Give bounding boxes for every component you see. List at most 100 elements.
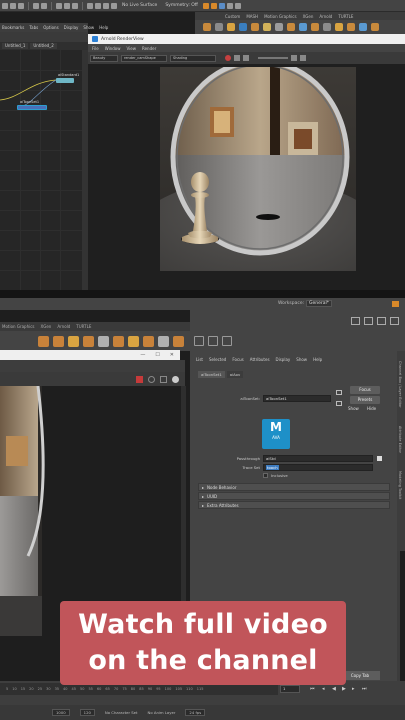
shelf-volume-icon[interactable] <box>143 335 154 347</box>
step-forward-icon[interactable]: ▸ <box>352 686 355 692</box>
shelf-group-icon[interactable] <box>287 23 295 31</box>
node-editor-graph[interactable]: aiStandard1 aiToonSet1 <box>0 50 82 290</box>
focus-button[interactable]: Focus <box>350 386 380 394</box>
current-frame-field[interactable]: 1 <box>280 685 300 693</box>
render-frame-icon[interactable] <box>202 2 209 9</box>
menu-options[interactable]: Options <box>43 25 58 30</box>
shelf-tab[interactable]: TURTLE <box>76 324 91 329</box>
layout-single-icon[interactable] <box>351 316 360 325</box>
shelf-tab[interactable]: Custom <box>225 14 240 19</box>
minimize-icon[interactable]: — <box>140 352 145 358</box>
snapshot-icon[interactable] <box>234 55 240 61</box>
lasso-tool-icon[interactable] <box>64 2 70 9</box>
workspace-lock-icon[interactable] <box>392 301 399 307</box>
save-scene-icon[interactable] <box>18 2 24 9</box>
shelf-tab[interactable]: XGen <box>303 14 314 19</box>
snap-point-icon[interactable] <box>103 2 109 9</box>
range-start-field[interactable]: 1000 <box>52 709 70 716</box>
ae-menu-selected[interactable]: Selected <box>209 357 226 362</box>
ae-menu-show[interactable]: Show <box>296 357 307 362</box>
navigate-icon[interactable] <box>336 401 342 406</box>
render-stop-icon[interactable] <box>225 55 231 61</box>
trace-set-field[interactable]: tooch <box>263 464 373 471</box>
shelf-area-light-icon[interactable] <box>335 23 343 31</box>
hypershade-icon[interactable] <box>226 2 233 9</box>
redo-icon[interactable] <box>41 2 47 9</box>
play-back-icon[interactable]: ◀ <box>332 686 336 692</box>
ae-menu-list[interactable]: List <box>196 357 203 362</box>
symmetry-label[interactable]: Symmetry: Off <box>165 3 198 8</box>
ae-menu-attributes[interactable]: Attributes <box>250 357 270 362</box>
shelf-arnold-icon[interactable] <box>239 23 247 31</box>
copy-tab-button[interactable]: Copy Tab <box>340 671 380 680</box>
select-tool-icon[interactable] <box>56 2 62 9</box>
shelf-group-icon[interactable] <box>83 335 94 347</box>
go-to-start-icon[interactable]: ⏮ <box>310 686 315 692</box>
shelf-light-icon[interactable] <box>227 23 235 31</box>
shelf-tab[interactable]: Arnold <box>57 324 70 329</box>
menu-bookmarks[interactable]: Bookmarks <box>2 25 24 30</box>
menu-help[interactable]: Help <box>99 25 108 30</box>
shelf-light-icon[interactable] <box>68 335 79 347</box>
exposure-slider[interactable] <box>258 57 288 59</box>
settings-gear-icon[interactable] <box>172 375 179 383</box>
new-scene-icon[interactable] <box>2 2 8 9</box>
ae-menu-display[interactable]: Display <box>276 357 291 362</box>
live-surface-label[interactable]: No Live Surface <box>122 3 157 8</box>
tool-settings-icon[interactable] <box>208 336 218 346</box>
layout-side-icon[interactable] <box>377 316 386 325</box>
shelf-curve-icon[interactable] <box>128 335 139 347</box>
refresh-icon[interactable] <box>148 375 155 383</box>
render-settings-icon[interactable] <box>218 2 225 9</box>
side-tab-channel-box[interactable]: Channel Box / Layer Editor <box>398 361 402 408</box>
focus-arrow-icon[interactable] <box>336 390 342 395</box>
color-channel-icon[interactable] <box>291 55 297 61</box>
play-forward-icon[interactable]: ▶ <box>342 686 346 692</box>
rv-menu-window[interactable]: Window <box>105 46 121 51</box>
shelf-volume-icon[interactable] <box>359 23 367 31</box>
hide-button[interactable]: Hide <box>367 406 376 411</box>
inclusive-checkbox[interactable] <box>263 473 268 478</box>
shader-node[interactable] <box>56 78 74 83</box>
shelf-sphere-icon[interactable] <box>215 23 223 31</box>
tab-aiaov[interactable]: aiAov <box>226 371 244 378</box>
render-stop-icon[interactable] <box>136 375 143 383</box>
aov-dropdown[interactable]: Beauty <box>90 54 118 62</box>
attribute-editor-icon[interactable] <box>194 336 204 346</box>
undo-icon[interactable] <box>33 2 39 9</box>
passthrough-field[interactable]: aiStd <box>263 455 373 462</box>
shading-dropdown[interactable]: Shading <box>170 54 216 62</box>
show-button[interactable]: Show <box>348 406 359 411</box>
shelf-material-icon[interactable] <box>173 335 184 347</box>
render-view-icon[interactable] <box>234 2 241 9</box>
fps-dropdown[interactable]: 24 fps <box>185 709 206 716</box>
snap-grid-icon[interactable] <box>87 2 93 9</box>
maximize-icon[interactable]: ☐ <box>155 352 159 358</box>
section-extra-attributes[interactable]: ▸ Extra Attributes <box>198 501 390 509</box>
layout-four-icon[interactable] <box>364 316 373 325</box>
settings-gear-icon[interactable] <box>300 55 306 61</box>
presets-button[interactable]: Presets <box>350 396 380 404</box>
tab-aitoonset[interactable]: aiToonSet1 <box>198 371 225 378</box>
shelf-camera-icon[interactable] <box>275 23 283 31</box>
shelf-texture-icon[interactable] <box>323 23 331 31</box>
paint-select-icon[interactable] <box>72 2 78 9</box>
snap-curve-icon[interactable] <box>95 2 101 9</box>
shelf-hair-icon[interactable] <box>371 23 379 31</box>
range-end-field[interactable]: 120 <box>79 709 95 716</box>
shelf-tab[interactable]: XGen <box>41 324 52 329</box>
node-name-field[interactable]: aiToonSet1 <box>263 395 331 402</box>
connection-icon[interactable] <box>377 456 382 461</box>
rv-menu-file[interactable]: File <box>92 46 99 51</box>
snap-view-icon[interactable] <box>111 2 117 9</box>
side-tab-attribute-editor[interactable]: Attribute Editor <box>398 426 402 453</box>
shelf-standin-icon[interactable] <box>347 23 355 31</box>
shelf-cube-icon[interactable] <box>203 23 211 31</box>
shelf-material-icon[interactable] <box>311 23 319 31</box>
workspace-dropdown[interactable]: General* <box>306 300 332 307</box>
shelf-mesh-icon[interactable] <box>53 335 64 347</box>
shelf-curve-icon[interactable] <box>263 23 271 31</box>
section-uuid[interactable]: ▸ UUID <box>198 492 390 500</box>
shelf-sphere-icon[interactable] <box>98 335 109 347</box>
shelf-tab[interactable]: Arnold <box>319 14 332 19</box>
